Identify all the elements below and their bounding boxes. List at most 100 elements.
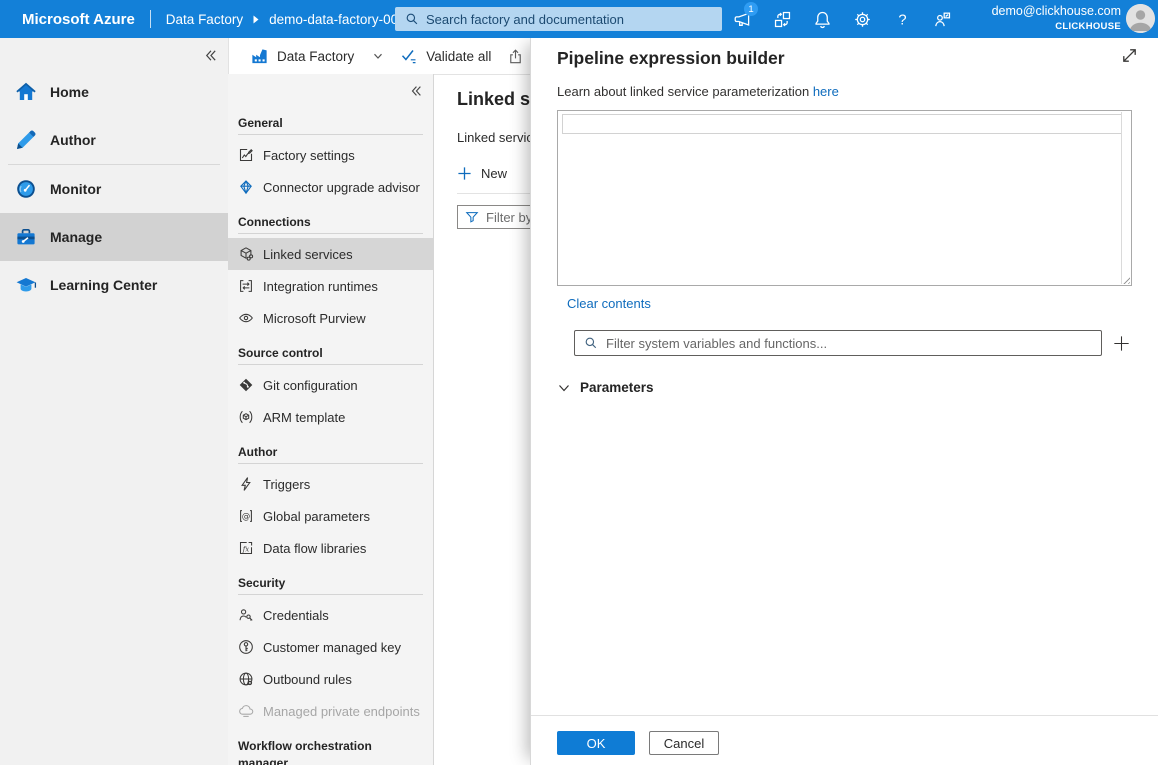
nav-item-monitor[interactable]: Monitor (0, 165, 228, 213)
publish-icon[interactable] (507, 48, 524, 65)
person-key-icon (238, 607, 254, 623)
pipeline-expression-builder-panel: Pipeline expression builder Learn about … (530, 38, 1158, 765)
expand-panel-icon[interactable] (1120, 46, 1139, 65)
global-search-placeholder: Search factory and documentation (426, 12, 624, 27)
globe-icon (238, 671, 254, 687)
explorer-item-customer-managed-key[interactable]: Customer managed key (228, 631, 433, 663)
explorer-section-connections: Connections Linked servicesIntegration r… (228, 214, 433, 334)
factory-icon (250, 47, 269, 66)
integration-runtimes-icon (238, 278, 254, 294)
explorer-item-linked-services[interactable]: Linked services (228, 238, 433, 270)
account-email: demo@clickhouse.com (992, 4, 1121, 19)
arm-template-icon (238, 409, 254, 425)
editor-scrollbar-track (1121, 112, 1122, 284)
explorer-item-arm-template[interactable]: ARM template (228, 401, 433, 433)
explorer-item-microsoft-purview[interactable]: Microsoft Purview (228, 302, 433, 334)
search-icon-small (584, 336, 598, 350)
global-search-input[interactable]: Search factory and documentation (395, 7, 722, 31)
svg-text:fx: fx (242, 546, 250, 554)
git-icon (238, 377, 254, 393)
eye-icon (238, 310, 254, 326)
nav-item-learning-center[interactable]: Learning Center (0, 261, 228, 309)
settings-gear-button[interactable] (842, 0, 882, 38)
nav-item-author[interactable]: Author (0, 116, 228, 164)
functions-filter-placeholder: Filter system variables and functions... (606, 336, 827, 351)
cancel-button[interactable]: Cancel (649, 731, 719, 755)
expression-editor[interactable] (557, 110, 1132, 286)
chevron-down-icon (557, 381, 571, 395)
chevron-down-icon (372, 50, 384, 62)
explorer-item-connector-upgrade-advisor[interactable]: Connector upgrade advisor (228, 171, 433, 203)
validate-icon (400, 47, 418, 65)
breadcrumb-chevron-icon (253, 15, 259, 24)
help-question-button[interactable]: ? (882, 0, 922, 38)
plus-icon (457, 166, 472, 181)
panel-footer: OK Cancel (531, 715, 1158, 765)
topbar-divider (150, 10, 151, 28)
account-info[interactable]: demo@clickhouse.com CLICKHOUSE (992, 4, 1121, 34)
explorer-section-source-control: Source control Git configurationARM temp… (228, 345, 433, 433)
diamond-icon (238, 179, 254, 195)
filter-placeholder: Filter by (486, 210, 532, 225)
learn-text: Learn about linked service parameterizat… (557, 84, 1132, 99)
explorer-section-author: Author Triggers@Global parametersfxData … (228, 444, 433, 564)
azure-topbar: Microsoft Azure Data Factory demo-data-f… (0, 0, 1158, 38)
manage-explorer: General Factory settingsConnector upgrad… (228, 74, 434, 765)
explorer-item-triggers[interactable]: Triggers (228, 468, 433, 500)
azure-brand: Microsoft Azure (22, 11, 135, 28)
validate-all-label: Validate all (426, 49, 491, 64)
clear-contents-link[interactable]: Clear contents (567, 296, 651, 311)
factory-selector[interactable]: Data Factory (250, 47, 384, 66)
feedback-person-button[interactable] (922, 0, 962, 38)
graduation-cap-icon (15, 274, 37, 296)
explorer-item-factory-settings[interactable]: Factory settings (228, 139, 433, 171)
search-icon (405, 12, 419, 26)
validate-all-button[interactable]: Validate all (400, 47, 491, 65)
breadcrumb-factory-name[interactable]: demo-data-factory-00 (269, 12, 398, 27)
explorer-item-integration-runtimes[interactable]: Integration runtimes (228, 270, 433, 302)
explorer-section-general: General Factory settingsConnector upgrad… (228, 115, 433, 203)
panel-title: Pipeline expression builder (557, 38, 1132, 69)
parameters-section-toggle[interactable]: Parameters (557, 380, 1132, 395)
editor-current-line (562, 114, 1122, 134)
left-nav: HomeAuthorMonitorManageLearning Center (0, 38, 229, 765)
fx-document-icon: fx (238, 540, 254, 556)
learn-here-link[interactable]: here (813, 84, 839, 99)
factory-selector-label: Data Factory (277, 49, 354, 64)
ok-button[interactable]: OK (557, 731, 635, 755)
parameters-label: Parameters (580, 380, 654, 395)
switch-directory-button[interactable] (762, 0, 802, 38)
explorer-item-managed-private-endpoints[interactable]: Managed private endpoints (228, 695, 433, 727)
account-org: CLICKHOUSE (992, 19, 1121, 34)
announcements-button[interactable]: 1 (722, 0, 762, 38)
avatar[interactable] (1126, 4, 1155, 33)
svg-text:@: @ (242, 512, 251, 522)
collapse-explorer-icon[interactable] (409, 84, 423, 98)
notifications-bell-button[interactable] (802, 0, 842, 38)
lightning-icon (238, 476, 254, 492)
home-icon (15, 81, 37, 103)
breadcrumb-app[interactable]: Data Factory (166, 12, 243, 27)
linked-services-icon (238, 246, 254, 262)
collapse-left-nav-icon[interactable] (203, 48, 218, 63)
explorer-item-git-configuration[interactable]: Git configuration (228, 369, 433, 401)
explorer-item-outbound-rules[interactable]: Outbound rules (228, 663, 433, 695)
nav-item-home[interactable]: Home (0, 68, 228, 116)
nav-item-manage[interactable]: Manage (0, 213, 228, 261)
explorer-item-data-flow-libraries[interactable]: fxData flow libraries (228, 532, 433, 564)
explorer-item-credentials[interactable]: Credentials (228, 599, 433, 631)
explorer-section-workflow-orchestration-manager: Workflow orchestration manager (228, 738, 433, 765)
editor-resize-handle[interactable] (1121, 275, 1130, 284)
explorer-section-security: Security CredentialsCustomer managed key… (228, 575, 433, 727)
add-icon[interactable] (1111, 333, 1132, 354)
explorer-item-global-parameters[interactable]: @Global parameters (228, 500, 433, 532)
svg-text:?: ? (898, 12, 906, 28)
filter-funnel-icon (465, 210, 479, 224)
gauge-icon (15, 178, 37, 200)
toolbox-icon (15, 226, 37, 248)
factory-settings-icon (238, 147, 254, 163)
notification-badge: 1 (744, 2, 758, 16)
new-button-label: New (481, 166, 507, 181)
functions-filter-input[interactable]: Filter system variables and functions... (574, 330, 1102, 356)
pencil-icon (15, 129, 37, 151)
